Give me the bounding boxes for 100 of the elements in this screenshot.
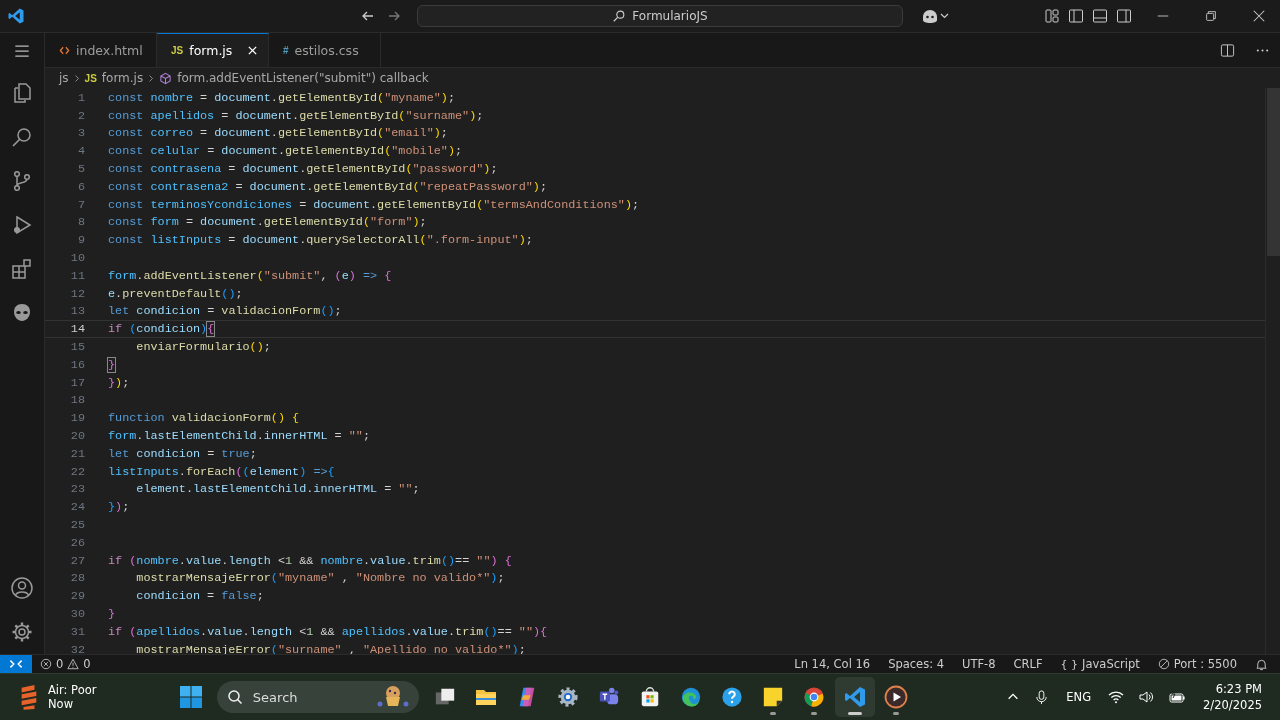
line-number: 30 bbox=[69, 607, 85, 621]
code-line: const form = document.getElementById("form"); bbox=[108, 215, 427, 230]
code-brackets-icon bbox=[59, 44, 70, 56]
settings-icon[interactable] bbox=[10, 620, 34, 644]
code-line: }); bbox=[108, 500, 130, 515]
remote-icon[interactable] bbox=[0, 655, 32, 673]
line-number: 29 bbox=[69, 589, 85, 604]
file-tab[interactable]: # estilos.css bbox=[269, 33, 381, 67]
account-icon[interactable] bbox=[10, 576, 34, 600]
chevron-icon bbox=[73, 73, 80, 83]
line-number: 27 bbox=[69, 553, 85, 568]
code-line: const terminosYcondiciones = document.getElementById("termsAndConditions"); bbox=[108, 197, 640, 212]
taskbar-app[interactable] bbox=[835, 677, 876, 717]
code-line: element.lastElementChild.innerHTML = ""; bbox=[135, 482, 420, 497]
chevron-icon bbox=[148, 73, 155, 83]
close-icon[interactable] bbox=[1252, 9, 1266, 23]
line-number: 21 bbox=[69, 446, 85, 461]
code-line: mostrarMensajeError("myname" , "Nombre no valido*"); bbox=[135, 571, 505, 586]
code-line: }); bbox=[108, 375, 130, 390]
sticky-note-icon bbox=[762, 686, 785, 708]
js-file-icon: JS bbox=[171, 45, 184, 56]
edge-icon bbox=[680, 686, 703, 708]
code-line: if (condicion){ bbox=[108, 322, 215, 337]
line-number: 14 bbox=[69, 322, 85, 337]
line-number: 11 bbox=[69, 268, 85, 283]
panel-toggle-icon[interactable] bbox=[1092, 8, 1108, 24]
css-file-icon: # bbox=[283, 44, 289, 56]
secondary-sidebar-icon[interactable] bbox=[1116, 8, 1132, 24]
code-line: const correo = document.getElementById("email"); bbox=[108, 126, 448, 141]
line-number: 15 bbox=[69, 340, 85, 355]
code-line: const celular = document.getElementById("mobile"); bbox=[108, 144, 463, 159]
speaker-icon[interactable] bbox=[1138, 689, 1155, 705]
code-line: let condicion = true; bbox=[108, 446, 257, 461]
line-number: 4 bbox=[76, 144, 85, 159]
file-tab[interactable]: JS form.js bbox=[157, 33, 269, 67]
code-line: function validacionForm() { bbox=[108, 411, 300, 426]
split-editor-icon[interactable] bbox=[1220, 42, 1235, 58]
microphone-icon[interactable] bbox=[1034, 689, 1050, 705]
line-number: 31 bbox=[69, 624, 85, 639]
search-icon bbox=[612, 9, 627, 23]
status-item[interactable]: CRLF bbox=[1013, 657, 1043, 671]
line-number: 2 bbox=[76, 108, 85, 123]
layout-icon[interactable] bbox=[1044, 8, 1060, 24]
code-line: form.lastElementChild.innerHTML = ""; bbox=[108, 429, 371, 444]
line-number: 32 bbox=[69, 642, 85, 654]
line-number: 7 bbox=[76, 197, 85, 212]
line-number: 1 bbox=[76, 90, 85, 105]
line-number: 3 bbox=[76, 126, 85, 141]
copilot-icon[interactable] bbox=[921, 8, 951, 24]
warning-count[interactable]: 0 bbox=[83, 657, 91, 671]
taskbar-search-field[interactable]: Search bbox=[216, 681, 419, 713]
line-number: 13 bbox=[69, 304, 85, 319]
weather-subtitle[interactable]: Now bbox=[48, 697, 97, 711]
command-center[interactable]: FormularioJS bbox=[417, 5, 903, 27]
line-number: 22 bbox=[69, 464, 85, 479]
status-item[interactable]: JavaScript bbox=[1082, 657, 1140, 671]
line-number: 12 bbox=[69, 286, 85, 301]
line-number: 28 bbox=[69, 571, 85, 586]
breadcrumb-item[interactable]: form.addEventListener("submit") callback bbox=[177, 71, 429, 85]
code-line: const contrasena = document.getElementById("password"); bbox=[108, 162, 498, 177]
code-line: condicion = false; bbox=[135, 589, 264, 604]
line-number: 10 bbox=[69, 251, 85, 266]
line-number: 25 bbox=[69, 518, 85, 532]
bell-icon[interactable] bbox=[1255, 657, 1268, 671]
clock-date[interactable]: 2/20/2025 bbox=[1203, 697, 1262, 713]
status-item[interactable]: Spaces: 4 bbox=[888, 657, 944, 671]
wifi-icon[interactable] bbox=[1108, 689, 1125, 705]
search-icon[interactable] bbox=[10, 125, 34, 149]
vscode-icon bbox=[843, 685, 868, 709]
code-line: const apellidos = document.getElementById("surname"); bbox=[108, 108, 484, 123]
breadcrumb-item[interactable]: js bbox=[59, 71, 69, 85]
line-number: 26 bbox=[69, 535, 85, 550]
code-line: let condicion = validacionForm(); bbox=[108, 304, 342, 319]
line-number: 16 bbox=[69, 357, 85, 372]
input-language[interactable]: ENG bbox=[1066, 690, 1092, 704]
code-line: } bbox=[108, 607, 116, 621]
breadcrumb-item[interactable]: form.js bbox=[101, 71, 144, 85]
sidebar-toggle-icon[interactable] bbox=[1068, 8, 1084, 24]
error-count[interactable]: 0 bbox=[56, 657, 64, 671]
line-number: 20 bbox=[69, 429, 85, 444]
line-number: 17 bbox=[69, 375, 85, 390]
line-number: 18 bbox=[69, 393, 85, 408]
scrollbar[interactable] bbox=[1265, 88, 1280, 654]
windows-start-icon[interactable] bbox=[178, 685, 203, 709]
restore-icon[interactable] bbox=[1204, 9, 1218, 23]
braces-icon: { } bbox=[1060, 657, 1079, 671]
line-number: 5 bbox=[76, 162, 85, 177]
line-number: 19 bbox=[69, 411, 85, 426]
gear-icon bbox=[557, 686, 580, 708]
line-number: 9 bbox=[76, 233, 85, 248]
extensions-icon[interactable] bbox=[10, 257, 34, 281]
status-item[interactable]: Ln 14, Col 16 bbox=[794, 657, 871, 671]
weather-title[interactable]: Air: Poor bbox=[48, 683, 97, 697]
status-item[interactable]: UTF-8 bbox=[962, 657, 996, 671]
code-line: } bbox=[108, 357, 116, 372]
close-tab-icon[interactable] bbox=[247, 45, 258, 56]
play-icon bbox=[884, 685, 909, 709]
status-item[interactable]: Port : 5500 bbox=[1173, 657, 1237, 671]
clock-time[interactable]: 6:23 PM bbox=[1215, 681, 1262, 697]
cube-icon bbox=[159, 71, 173, 85]
